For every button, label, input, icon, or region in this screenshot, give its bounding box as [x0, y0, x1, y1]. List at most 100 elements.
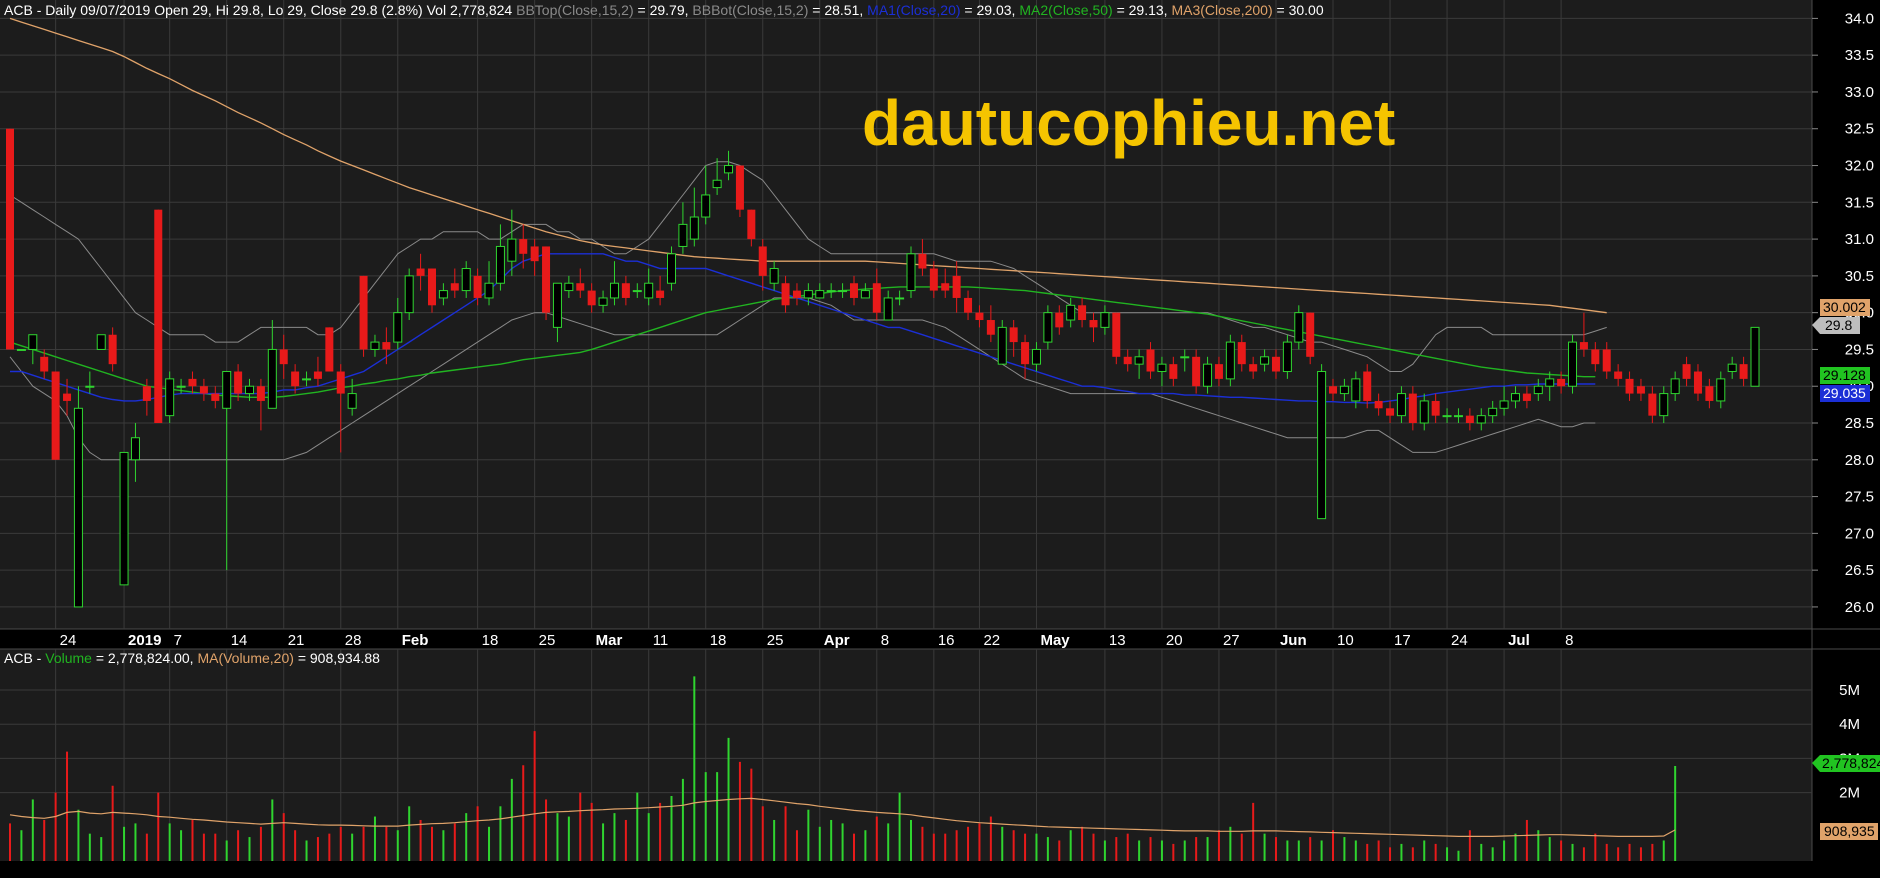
date-label: 8	[881, 632, 889, 649]
header-bbbot-value: = 28.51,	[812, 2, 863, 18]
ma20-tag-text: 29.035	[1823, 385, 1866, 401]
candle-body-down	[952, 275, 961, 298]
candle-body-up	[644, 282, 654, 299]
candle-body-up	[302, 378, 312, 381]
header-ma2-label: MA2(Close,50)	[1019, 2, 1112, 18]
candle-body-up	[712, 179, 722, 189]
candle-body-up	[484, 282, 494, 299]
candle-body-down	[1146, 349, 1155, 372]
candle-body-up	[564, 282, 574, 292]
volume-ma-tag: 908,935	[1820, 823, 1878, 840]
candle-body-down	[872, 283, 881, 313]
candle-body-down	[747, 209, 756, 240]
vol-header-symbol: ACB	[4, 650, 33, 666]
candle-body-up	[245, 385, 255, 395]
candle-body-down	[656, 290, 665, 298]
price-tick-label: 32.0	[1845, 158, 1874, 175]
candle-body-down	[1705, 386, 1714, 401]
date-label: 25	[539, 632, 556, 649]
candle-body-down	[199, 386, 208, 394]
candle-body-down	[1625, 378, 1634, 394]
candle-body-down	[382, 342, 391, 350]
candle-body-down	[279, 349, 288, 365]
date-label: 7	[174, 632, 182, 649]
candle-body-down	[1591, 349, 1600, 365]
date-label: 27	[1223, 632, 1240, 649]
candle-body-up	[404, 275, 414, 314]
candle-body-down	[735, 165, 744, 210]
candle-body-down	[758, 246, 767, 276]
candle-body-down	[63, 393, 72, 401]
header-bbtop-label: BBTop(Close,15,2)	[516, 2, 634, 18]
candle-body-down	[1386, 408, 1395, 416]
price-tick-label: 31.0	[1845, 231, 1874, 248]
candle-body-down	[1557, 378, 1566, 387]
candle-body-up	[1225, 341, 1235, 380]
candle-body-up	[1317, 371, 1327, 520]
header-bbtop-value: = 29.79,	[638, 2, 689, 18]
price-tick-label: 27.5	[1845, 489, 1874, 506]
date-label: 22	[983, 632, 1000, 649]
candle-body-up	[895, 297, 905, 300]
candle-body-up	[1476, 415, 1486, 424]
ma50-tag-text: 29.128	[1823, 367, 1866, 383]
date-label: 10	[1337, 632, 1354, 649]
header-ma1-label: MA1(Close,20)	[867, 2, 960, 18]
candle-body-down	[6, 128, 14, 350]
candle-body-down	[1249, 364, 1258, 372]
candle-body-up	[678, 223, 688, 247]
candle-body-down	[154, 209, 163, 424]
candle-body-down	[234, 371, 243, 394]
candle-body-down	[986, 320, 995, 335]
candle-body-up	[1031, 348, 1041, 365]
candle-body-up	[461, 268, 471, 292]
price-tick-label: 26.0	[1845, 599, 1874, 616]
candle-body-down	[587, 290, 596, 306]
price-tick-label: 26.5	[1845, 562, 1874, 579]
candle-body-down	[1055, 312, 1064, 328]
candle-body-down	[427, 268, 436, 306]
candle-body-down	[1078, 305, 1087, 321]
date-label: 24	[60, 632, 77, 649]
candle-body-down	[1693, 371, 1702, 394]
candle-body-down	[188, 378, 197, 387]
candle-body-up	[1499, 400, 1509, 409]
candle-body-up	[267, 348, 277, 409]
date-label: 28	[345, 632, 362, 649]
date-label: 18	[482, 632, 499, 649]
price-tick-label: 31.5	[1845, 194, 1874, 211]
ma50-tag: 29.128	[1820, 367, 1870, 384]
candle-body-up	[1134, 356, 1144, 365]
candle-body-up	[119, 451, 129, 586]
price-tick-label: 33.0	[1845, 84, 1874, 101]
candle-body-up	[860, 290, 870, 299]
date-label: 17	[1394, 632, 1411, 649]
header-ohlc: - Daily 09/07/2019 Open 29, Hi 29.8, Lo …	[37, 2, 513, 18]
candle-body-down	[1602, 349, 1611, 372]
date-label: Jul	[1508, 632, 1530, 649]
ma200-tag: 30.002	[1820, 299, 1870, 316]
candle-body-up	[883, 297, 893, 321]
candle-body-up	[28, 334, 38, 350]
candle-body-down	[576, 283, 585, 291]
date-label: 11	[653, 632, 669, 649]
date-label: Jun	[1280, 632, 1307, 649]
header-ma1-value: = 29.03,	[964, 2, 1015, 18]
stock-chart: 26.026.527.027.528.028.529.029.530.030.5…	[0, 0, 1880, 878]
candle-body-down	[542, 246, 551, 313]
header-ma2-value: = 29.13,	[1117, 2, 1168, 18]
candle-body-up	[1670, 378, 1680, 395]
candle-body-up	[347, 393, 357, 409]
price-tick-label: 29.5	[1845, 341, 1874, 358]
volume-tick-label: 4M	[1839, 716, 1860, 733]
candle-body-down	[450, 283, 459, 291]
candle-body-down	[1214, 364, 1223, 379]
watermark: dautucophieu.net	[862, 87, 1395, 159]
date-label: 18	[710, 632, 727, 649]
candle-body-up	[507, 238, 517, 262]
candle-body-down	[792, 290, 801, 298]
close-tag-text: 29.8	[1825, 317, 1852, 333]
date-label: 25	[767, 632, 784, 649]
candle-body-down	[621, 283, 630, 298]
candle-body-down	[1363, 371, 1372, 401]
